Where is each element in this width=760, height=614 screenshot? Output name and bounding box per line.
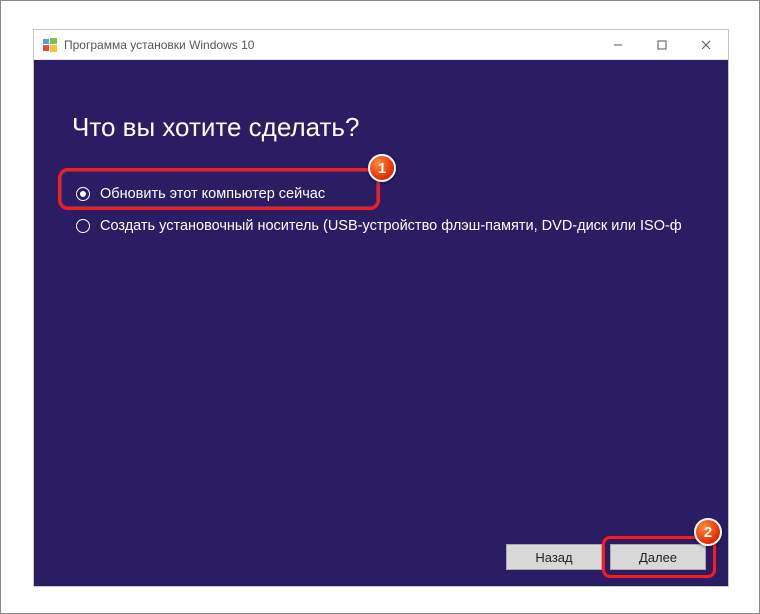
minimize-button[interactable]: [596, 30, 640, 60]
page-heading: Что вы хотите сделать?: [72, 112, 359, 143]
option-upgrade-now[interactable]: Обновить этот компьютер сейчас: [68, 178, 708, 210]
app-icon: [42, 37, 58, 53]
window-title: Программа установки Windows 10: [64, 38, 254, 52]
option-create-media[interactable]: Создать установочный носитель (USB-устро…: [68, 210, 708, 242]
close-button[interactable]: [684, 30, 728, 60]
content-area: Что вы хотите сделать? Обновить этот ком…: [34, 60, 728, 586]
titlebar: Программа установки Windows 10: [34, 30, 728, 60]
installer-window: Программа установки Windows 10 Что вы хо…: [33, 29, 729, 587]
option-label: Создать установочный носитель (USB-устро…: [100, 218, 682, 234]
screenshot-frame: Программа установки Windows 10 Что вы хо…: [0, 0, 760, 614]
next-button[interactable]: Далее: [610, 544, 706, 570]
back-button[interactable]: Назад: [506, 544, 602, 570]
footer-buttons: Назад Далее: [34, 528, 728, 586]
options-group: Обновить этот компьютер сейчас Создать у…: [68, 178, 708, 242]
option-label: Обновить этот компьютер сейчас: [100, 186, 325, 202]
maximize-button[interactable]: [640, 30, 684, 60]
radio-icon: [76, 187, 90, 201]
radio-icon: [76, 219, 90, 233]
